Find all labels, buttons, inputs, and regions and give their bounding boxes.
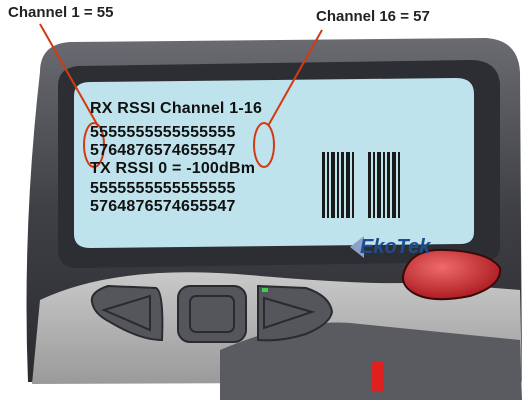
lcd-line-rx-tens: 5555555555555555 (90, 124, 236, 141)
indicator-led (372, 362, 384, 392)
lcd-line-tx-tens: 5555555555555555 (90, 180, 236, 197)
center-button[interactable] (177, 285, 247, 343)
logo-text: EkoTek (360, 236, 431, 258)
lcd-line-rx-units: 5764876574655547 (90, 142, 236, 159)
lcd-text-area: RX RSSI Channel 1-16 5555555555555555 57… (76, 88, 444, 233)
lcd-line-rx-header: RX RSSI Channel 1-16 (90, 100, 263, 117)
green-led-icon (262, 288, 268, 292)
lcd-line-tx-units: 5764876574655547 (90, 198, 236, 215)
brand-logo: EkoTek (350, 234, 430, 260)
lcd-line-tx-header: TX RSSI 0 = -100dBm (90, 160, 256, 177)
